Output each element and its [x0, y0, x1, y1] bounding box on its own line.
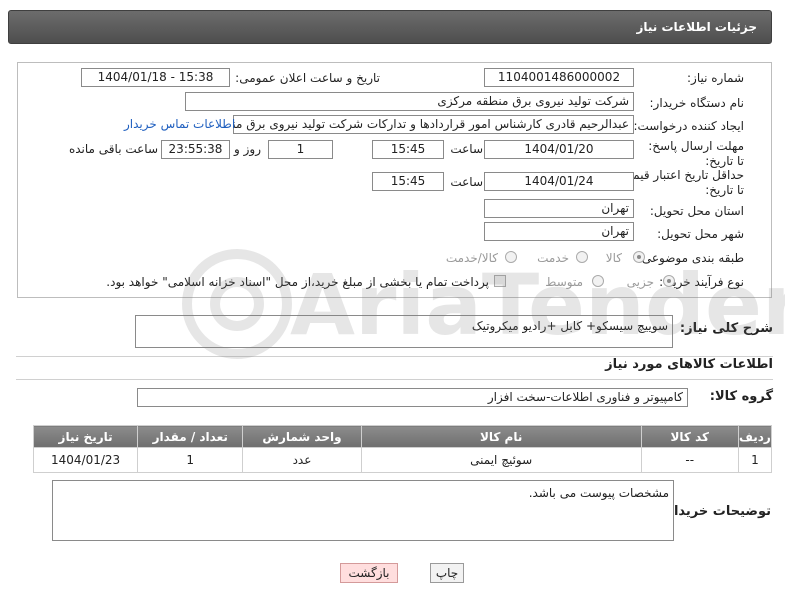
creator-label: ایجاد کننده درخواست: [633, 119, 744, 133]
buyer-notes-textarea[interactable]: مشخصات پیوست می باشد. [52, 480, 674, 541]
reply-time-label: ساعت [450, 142, 483, 156]
reply-deadline-label: مهلت ارسال پاسخ: تا تاریخ: [648, 139, 744, 168]
payment-note: پرداخت تمام یا بخشی از مبلغ خرید،از محل … [106, 275, 489, 289]
category-service-radio[interactable] [576, 251, 588, 263]
province-label: استان محل تحویل: [649, 204, 744, 218]
process-partial-radio[interactable] [663, 275, 675, 287]
table-header-row: ردیف کد کالا نام کالا واحد شمارش تعداد /… [32, 425, 773, 448]
category-both-radio[interactable] [505, 251, 517, 263]
city-field[interactable]: تهران [484, 222, 634, 241]
goods-group-field[interactable]: کامپیوتر و فناوری اطلاعات-سخت افزار [137, 388, 688, 407]
category-label: طبقه بندی موضوعی: [637, 251, 744, 265]
city-label: شهر محل تحویل: [657, 227, 744, 241]
process-medium-radio[interactable] [592, 275, 604, 287]
need-number-field[interactable]: 1104001486000002 [484, 68, 634, 87]
col-header-item-name: نام کالا [360, 425, 642, 448]
col-header-item-code: کد کالا [640, 425, 739, 448]
col-header-unit: واحد شمارش [242, 425, 362, 448]
title-bar: جزئیات اطلاعات نیاز [8, 10, 772, 44]
announce-field[interactable]: 1404/01/18 - 15:38 [81, 68, 230, 87]
days-field[interactable]: 1 [268, 140, 333, 159]
days-label: روز و [234, 142, 261, 156]
col-header-quantity: تعداد / مقدار [137, 425, 244, 448]
cell-item-code: -- [640, 447, 739, 473]
price-time-field[interactable]: 15:45 [372, 172, 444, 191]
items-table: ردیف کد کالا نام کالا واحد شمارش تعداد /… [32, 425, 773, 473]
process-partial-label: جزیی [626, 275, 654, 289]
creator-field[interactable]: عبدالرحیم قادری کارشناس امور قراردادها و… [233, 115, 634, 134]
summary-label: شرح کلی نیاز: [679, 321, 773, 336]
cell-need-date: 1404/01/23 [32, 447, 139, 473]
page-title: جزئیات اطلاعات نیاز [636, 20, 757, 34]
summary-textarea[interactable]: سوییچ سیسکو+ کابل +رادیو میکروتیک [135, 315, 673, 348]
cell-row-number: 1 [737, 447, 773, 473]
process-medium-label: متوسط [545, 275, 583, 289]
remaining-label: ساعت باقی مانده [68, 142, 158, 156]
province-field[interactable]: تهران [484, 199, 634, 218]
cell-unit: عدد [242, 447, 362, 473]
price-date-field[interactable]: 1404/01/24 [484, 172, 634, 191]
cell-quantity: 1 [137, 447, 244, 473]
remaining-time-field[interactable]: 23:55:38 [161, 140, 230, 159]
category-both-label: کالا/خدمت [445, 251, 498, 265]
treasury-payment-checkbox[interactable] [494, 275, 506, 287]
print-button[interactable]: چاپ [430, 563, 464, 583]
need-number-label: شماره نیاز: [687, 71, 744, 85]
buyer-org-field[interactable]: شرکت تولید نیروی برق منطقه مرکزی [185, 92, 634, 111]
cell-item-name: سوئیچ ایمنی [360, 447, 642, 473]
category-goods-label: کالا [605, 251, 622, 265]
reply-date-field[interactable]: 1404/01/20 [484, 140, 634, 159]
buyer-notes-label: توضیحات خریدار: [661, 504, 771, 519]
category-service-label: خدمت [537, 251, 569, 265]
buyer-contact-link[interactable]: اطلاعات تماس خریدار [124, 117, 235, 131]
category-goods-radio[interactable] [633, 251, 645, 263]
announce-label: تاریخ و ساعت اعلان عمومی: [235, 71, 380, 85]
col-header-row-number: ردیف [737, 425, 773, 448]
table-row[interactable]: 1 -- سوئیچ ایمنی عدد 1 1404/01/23 [32, 447, 773, 473]
col-header-need-date: تاریخ نیاز [32, 425, 139, 448]
goods-section-title: اطلاعات کالاهای مورد نیاز [605, 357, 773, 372]
goods-group-label: گروه کالا: [709, 389, 773, 404]
price-time-label: ساعت [450, 175, 483, 189]
reply-time-field[interactable]: 15:45 [372, 140, 444, 159]
divider [16, 379, 773, 380]
back-button[interactable]: بازگشت [340, 563, 398, 583]
buyer-org-label: نام دستگاه خریدار: [649, 96, 745, 110]
